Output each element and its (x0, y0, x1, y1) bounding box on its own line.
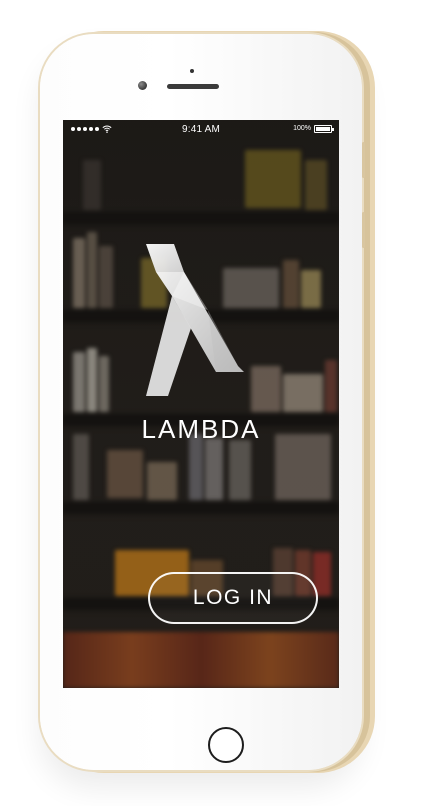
book (83, 160, 101, 210)
book (87, 348, 97, 412)
screen: 9:41 AM 100% LAMBDA LOG IN (63, 120, 339, 688)
lambda-logo-icon (146, 244, 244, 396)
book (245, 150, 301, 208)
side-button (362, 142, 365, 178)
rug (63, 632, 339, 688)
book (73, 238, 85, 308)
book (73, 352, 85, 412)
speaker-grille (167, 84, 219, 89)
book (147, 462, 177, 500)
sensor-dot (190, 69, 194, 73)
book (251, 366, 281, 412)
book (283, 260, 299, 308)
shelf (63, 502, 339, 512)
battery-icon (314, 125, 334, 133)
book (229, 440, 251, 500)
status-bar: 9:41 AM 100% (63, 120, 339, 140)
login-button[interactable]: LOG IN (148, 572, 318, 624)
book (325, 360, 337, 412)
home-button[interactable] (208, 727, 244, 763)
front-camera-icon (138, 81, 147, 90)
book (107, 450, 143, 498)
book (283, 374, 323, 412)
book (305, 160, 327, 210)
book (301, 270, 321, 308)
app-name: LAMBDA (141, 414, 261, 444)
book (99, 246, 113, 308)
side-button (362, 212, 365, 248)
book (205, 438, 223, 500)
book (99, 356, 109, 412)
book (87, 232, 97, 308)
phone-frame: 9:41 AM 100% LAMBDA LOG IN (40, 34, 365, 770)
shelf (63, 212, 339, 222)
battery-percent: 100% (293, 125, 311, 132)
